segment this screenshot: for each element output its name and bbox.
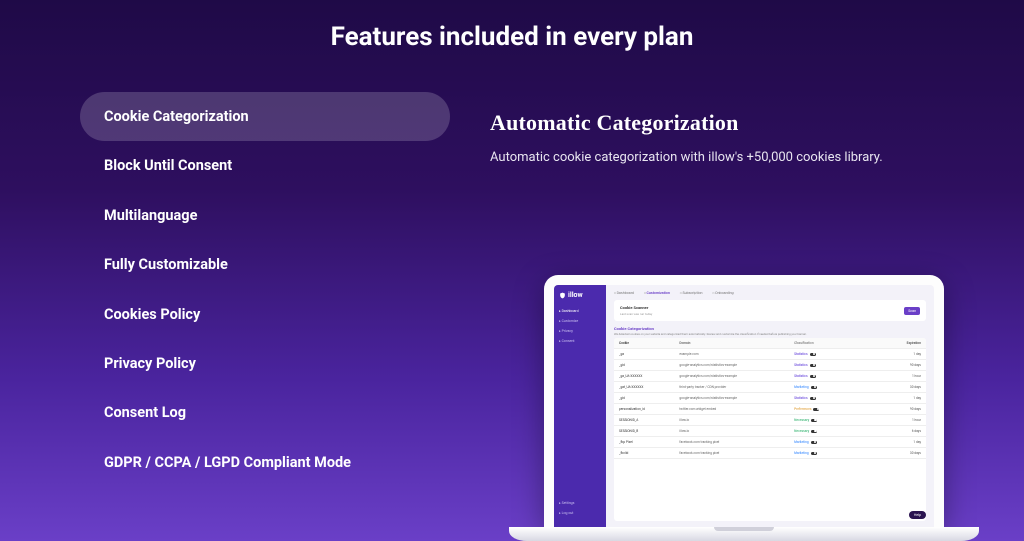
mockup-sidebar-bottom-item: ▸ Log out xyxy=(559,511,601,515)
mockup-table-row: _ga_UA-XXXXXXgoogle-analytics.com/statis… xyxy=(614,371,926,382)
mockup-help-pill: Help xyxy=(909,511,926,519)
toggle-icon xyxy=(811,419,817,422)
page-title: Features included in every plan xyxy=(0,0,1024,62)
mockup-scan-button: Scan xyxy=(904,307,920,315)
shield-icon xyxy=(559,292,566,299)
toggle-icon xyxy=(810,397,816,400)
mockup-topbar-item: Dashboard xyxy=(614,291,634,295)
mockup-logo: illow xyxy=(559,291,601,299)
feature-tab[interactable]: Cookie Categorization xyxy=(80,92,450,141)
mockup-sidebar-item: ▸ Privacy xyxy=(559,329,601,333)
feature-tab-list: Cookie CategorizationBlock Until Consent… xyxy=(80,92,450,487)
laptop-mockup: illow ▸ Dashboard ▸ Customize ▸ Privacy ▸ C… xyxy=(509,275,979,541)
detail-title: Automatic Categorization xyxy=(490,110,944,136)
feature-tab[interactable]: GDPR / CCPA / LGPD Compliant Mode xyxy=(80,438,450,487)
feature-tab[interactable]: Consent Log xyxy=(80,388,450,437)
toggle-icon xyxy=(811,430,817,433)
feature-tab[interactable]: Multilanguage xyxy=(80,191,450,240)
mockup-table-row: _gidgoogle-analytics.com/statistics-exam… xyxy=(614,393,926,404)
toggle-icon xyxy=(811,386,817,389)
mockup-table-row: _fbclidfacebook.com tracking pixelMarket… xyxy=(614,448,926,459)
toggle-icon xyxy=(811,452,817,455)
toggle-icon xyxy=(810,364,816,367)
mockup-topbar-item: Onboarding xyxy=(713,291,734,295)
mockup-sidebar-item: ▸ Consent xyxy=(559,339,601,343)
mockup-table-row: SESSIONID_Aillow.ioNecessary1 hour xyxy=(614,415,926,426)
mockup-table-row: _gaexample.comStatistics1 day xyxy=(614,349,926,360)
mockup-main: Dashboard Customization Subscription Onboar… xyxy=(606,285,934,527)
mockup-sidebar: illow ▸ Dashboard ▸ Customize ▸ Privacy ▸ C… xyxy=(554,285,606,527)
mockup-cat-section-header: Cookie Categorization We detected cookie… xyxy=(614,326,926,336)
toggle-icon xyxy=(810,353,816,356)
detail-description: Automatic cookie categorization with ill… xyxy=(490,148,944,168)
feature-tab[interactable]: Fully Customizable xyxy=(80,240,450,289)
mockup-topbar-item: Customization xyxy=(644,291,670,295)
feature-tab[interactable]: Block Until Consent xyxy=(80,141,450,190)
feature-tab[interactable]: Privacy Policy xyxy=(80,339,450,388)
mockup-table-row: _gat_UA-XXXXXXthird-party tracker / CDN … xyxy=(614,382,926,393)
mockup-topbar: Dashboard Customization Subscription Onboar… xyxy=(614,291,926,300)
mockup-cat-heading: Cookie Categorization xyxy=(614,326,926,331)
mockup-table-header: CookieDomainClassificationExpiration xyxy=(614,338,926,349)
feature-tab[interactable]: Cookies Policy xyxy=(80,290,450,339)
mockup-cat-subtitle: We detected cookies on your website and … xyxy=(614,332,926,336)
mockup-scan-panel: Cookie Scanner Last scan was run today S… xyxy=(614,300,926,321)
laptop-screen: illow ▸ Dashboard ▸ Customize ▸ Privacy ▸ C… xyxy=(544,275,944,527)
mockup-scan-subtitle: Last scan was run today xyxy=(620,312,652,316)
mockup-table-row: _fbp Pixelfacebook.com tracking pixelMar… xyxy=(614,437,926,448)
mockup-sidebar-item: ▸ Customize xyxy=(559,319,601,323)
mockup-topbar-item: Subscription xyxy=(680,291,703,295)
mockup-table-row: personalization_idtwitter.com widget emb… xyxy=(614,404,926,415)
mockup-cookie-table: CookieDomainClassificationExpiration_gae… xyxy=(614,338,926,521)
mockup-sidebar-bottom-item: ▸ Settings xyxy=(559,501,601,505)
toggle-icon xyxy=(813,408,819,411)
mockup-sidebar-item: ▸ Dashboard xyxy=(559,309,601,313)
mockup-scan-title: Cookie Scanner xyxy=(620,305,652,310)
toggle-icon xyxy=(811,441,817,444)
laptop-base xyxy=(509,527,979,541)
mockup-table-row: _gidgoogle-analytics.com/statistics-exam… xyxy=(614,360,926,371)
toggle-icon xyxy=(810,375,816,378)
mockup-brand-text: illow xyxy=(568,291,583,299)
mockup-table-row: SESSIONID_Billow.ioNecessary6 days xyxy=(614,426,926,437)
